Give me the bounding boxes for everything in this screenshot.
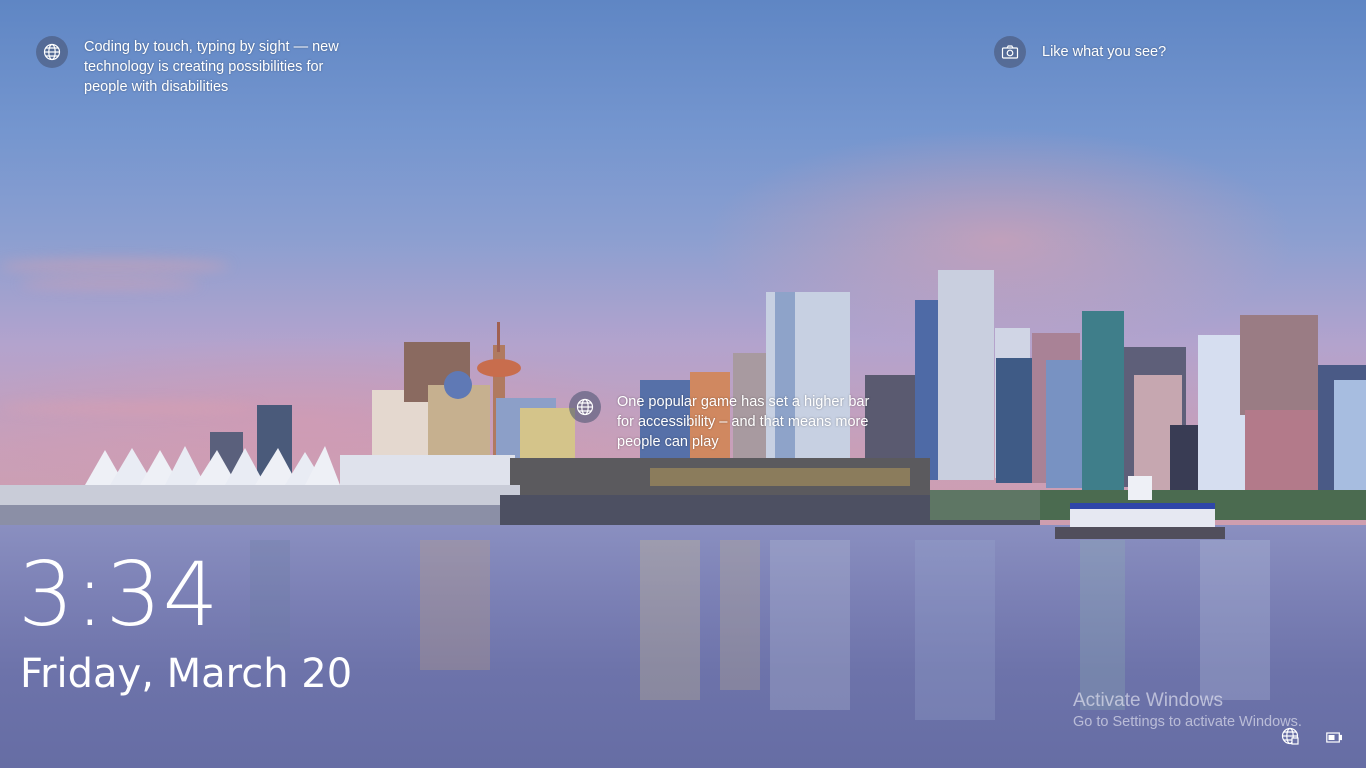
news-line: technology is creating possibilities for xyxy=(84,59,324,75)
news-line: Coding by touch, typing by sight — new xyxy=(84,39,339,55)
news-line: for accessibility – and that means more xyxy=(617,414,869,430)
news-headline: One popular game has set a higher bar fo… xyxy=(617,392,869,452)
news-line: people can play xyxy=(617,434,719,450)
globe-icon xyxy=(36,36,68,68)
news-headline: Coding by touch, typing by sight — new t… xyxy=(84,37,339,97)
news-line: people with disabilities xyxy=(84,79,229,95)
activate-windows-watermark: Activate Windows Go to Settings to activ… xyxy=(1073,689,1302,732)
news-item-2[interactable]: One popular game has set a higher bar fo… xyxy=(569,391,869,452)
globe-icon xyxy=(569,391,601,423)
network-globe-icon[interactable] xyxy=(1281,727,1299,750)
activate-windows-title: Activate Windows xyxy=(1073,690,1223,711)
activate-windows-subtitle: Go to Settings to activate Windows. xyxy=(1073,714,1302,730)
lock-screen-time: 3:34 xyxy=(18,543,220,646)
like-what-you-see[interactable]: Like what you see? xyxy=(994,36,1166,68)
like-what-you-see-label: Like what you see? xyxy=(1042,44,1167,60)
lock-screen-date: Friday, March 20 xyxy=(20,651,353,697)
news-item-1[interactable]: Coding by touch, typing by sight — new t… xyxy=(36,36,339,97)
camera-icon xyxy=(994,36,1026,68)
news-line: One popular game has set a higher bar xyxy=(617,394,870,410)
battery-icon[interactable] xyxy=(1326,730,1343,748)
